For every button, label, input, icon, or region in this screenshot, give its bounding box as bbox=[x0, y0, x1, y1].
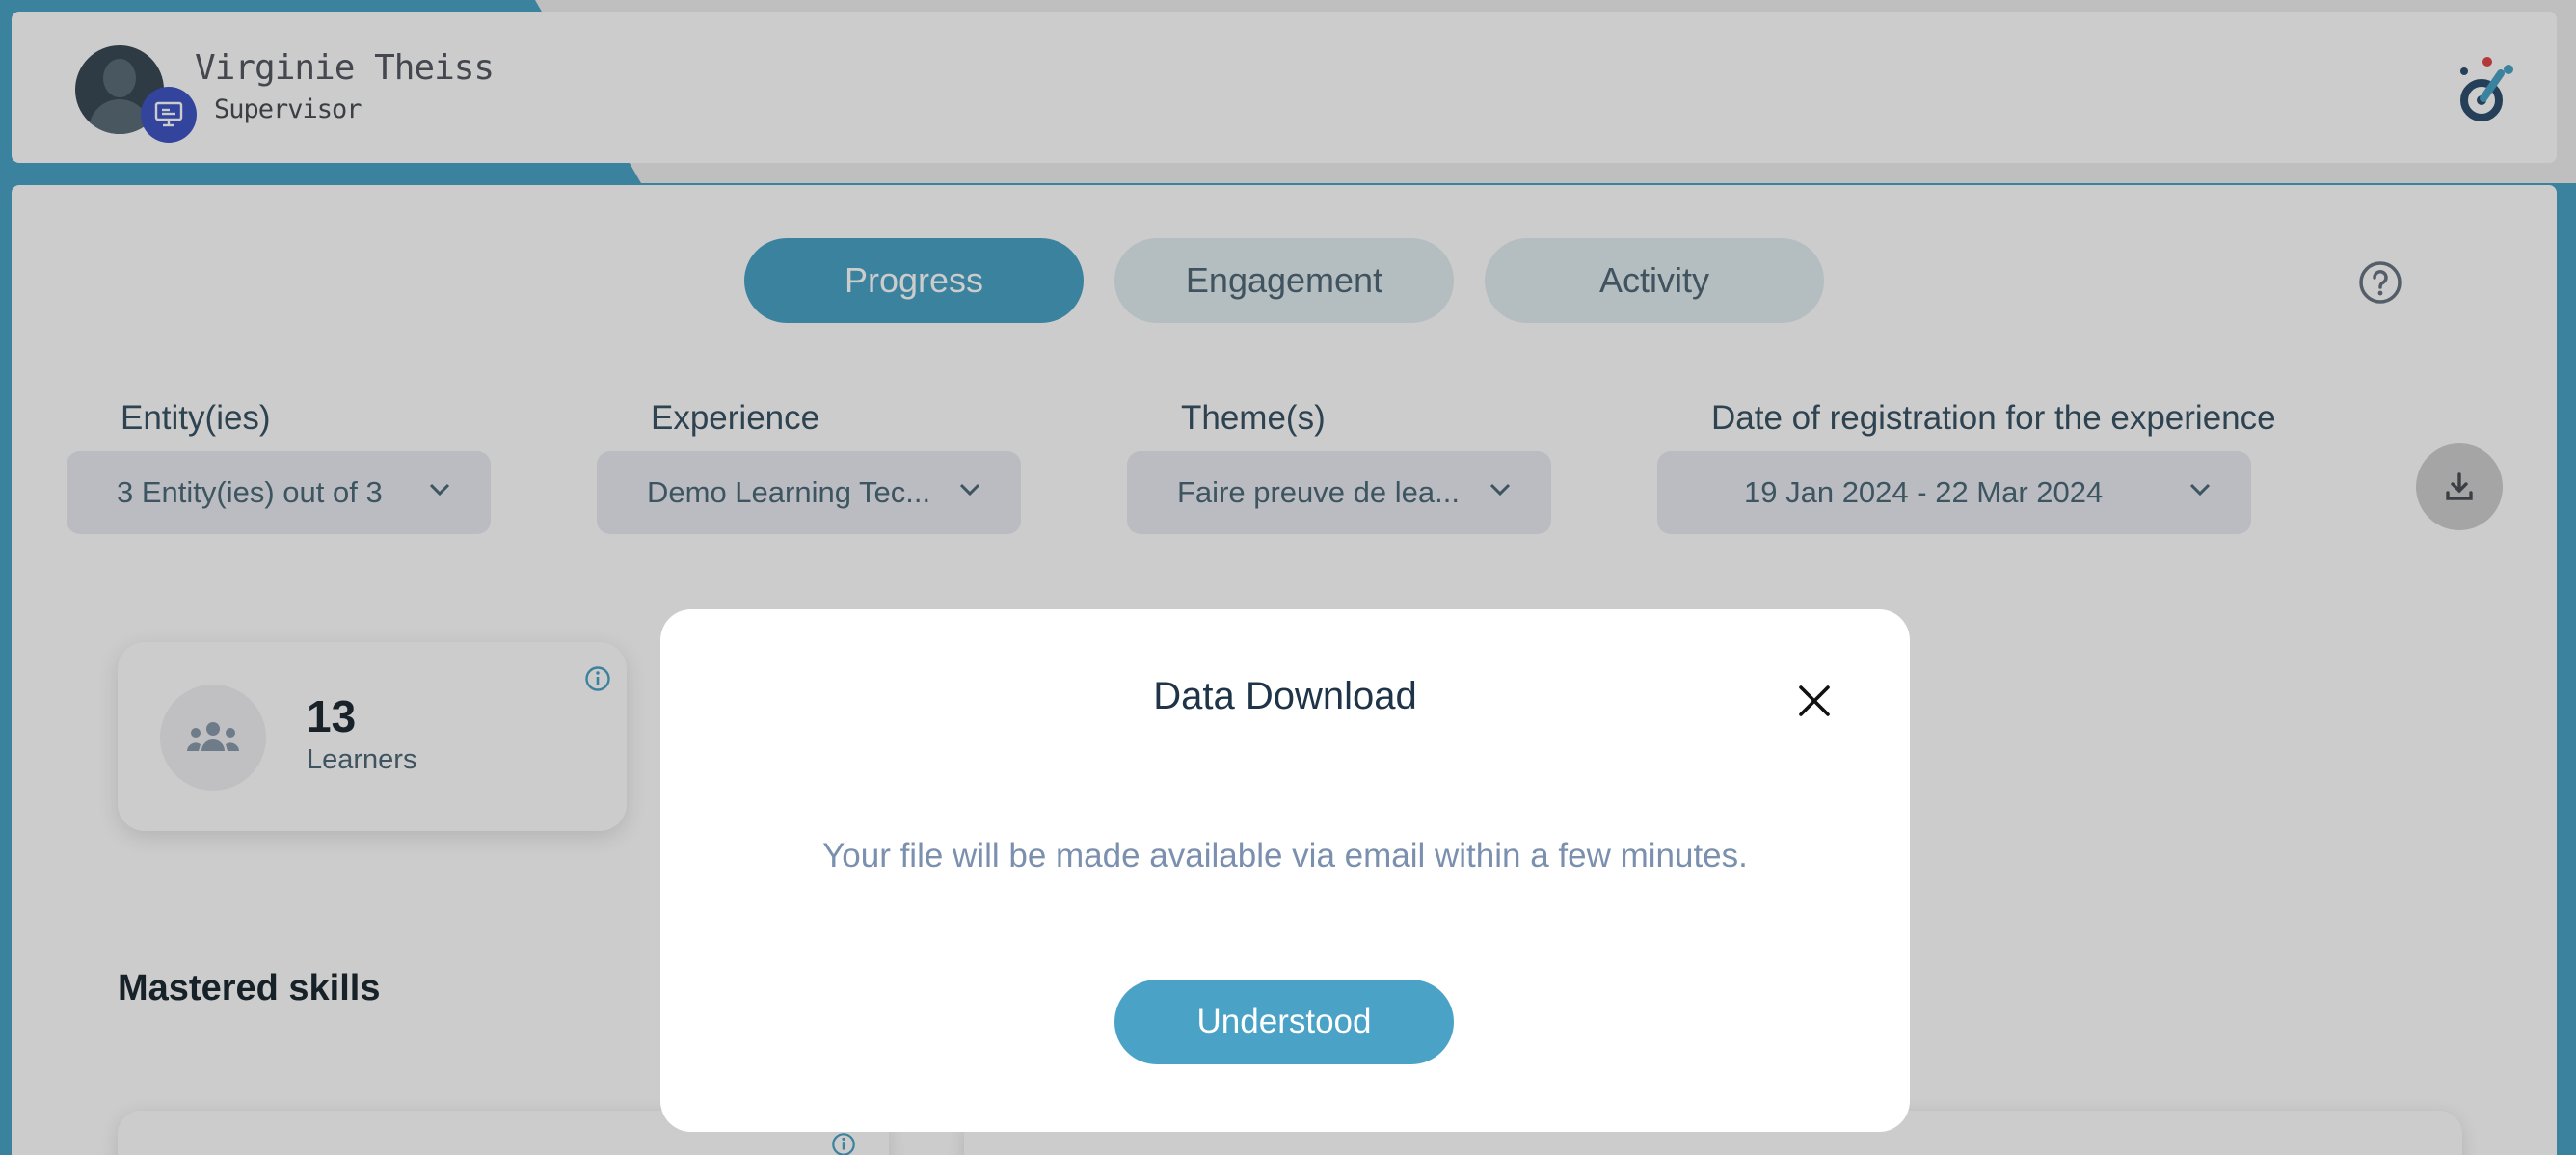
modal-title: Data Download bbox=[1153, 675, 1417, 717]
data-download-modal: Data Download Your file will be made ava… bbox=[660, 609, 1910, 1132]
understood-button[interactable]: Understood bbox=[1114, 980, 1454, 1064]
close-icon[interactable] bbox=[1796, 683, 1833, 719]
modal-message: Your file will be made available via ema… bbox=[822, 837, 1748, 874]
